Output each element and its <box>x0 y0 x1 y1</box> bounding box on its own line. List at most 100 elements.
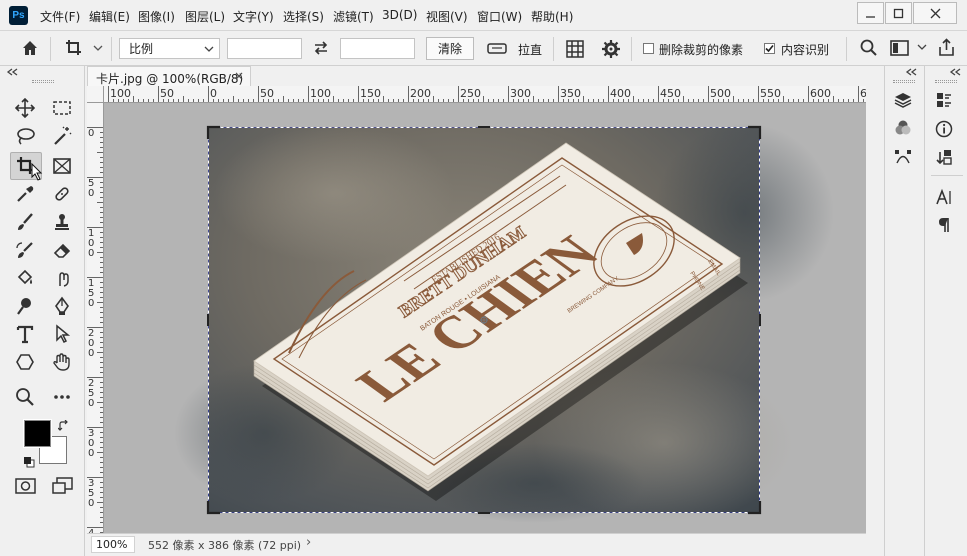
canvas-area[interactable]: ESTABLISHED 2016 BRETT DUNHAM BATON ROUG… <box>104 103 866 533</box>
dodge-icon <box>17 298 31 315</box>
menu-window[interactable]: 窗口(W) <box>477 8 522 25</box>
horizontal-ruler[interactable]: 100 50 0 50 100 150 200 250 300 350 400 450 500 550 60… <box>104 86 866 103</box>
ratio-select[interactable]: 比例 <box>119 38 220 59</box>
collapse-panel-icon[interactable] <box>949 68 963 76</box>
home-button[interactable] <box>20 38 40 61</box>
properties-panel-button[interactable] <box>932 89 956 111</box>
character-panel-button[interactable] <box>932 186 956 208</box>
ruler-origin[interactable] <box>87 86 104 103</box>
paragraph-panel-button[interactable] <box>932 214 956 236</box>
overlay-options-button[interactable] <box>565 39 585 62</box>
collapse-panel-icon[interactable] <box>905 68 919 76</box>
menu-filter[interactable]: 滤镜(T) <box>333 8 374 25</box>
path-selection-tool[interactable] <box>49 321 75 347</box>
foreground-color-swatch[interactable] <box>23 419 52 448</box>
straighten-button[interactable] <box>486 39 508 60</box>
healing-brush-tool[interactable] <box>49 181 75 207</box>
menu-select[interactable]: 选择(S) <box>283 8 324 25</box>
eraser-tool[interactable] <box>49 237 75 263</box>
eraser-icon <box>53 243 71 258</box>
eyedropper-tool[interactable] <box>12 181 38 207</box>
document-tab[interactable]: 卡片.jpg @ 100%(RGB/8) × <box>87 66 251 87</box>
ratio-select-value: 比例 <box>129 42 154 56</box>
paint-bucket-icon <box>17 269 33 285</box>
ruler-v-label: 2 5 0 <box>88 378 95 409</box>
move-tool[interactable] <box>12 95 38 121</box>
quick-mask-button[interactable] <box>14 476 38 499</box>
width-input[interactable] <box>227 38 302 59</box>
default-colors-icon[interactable] <box>23 456 35 468</box>
ruler-h-minor-tick <box>433 96 434 102</box>
menu-layer[interactable]: 图层(L) <box>185 8 225 25</box>
clear-button[interactable]: 清除 <box>426 37 474 60</box>
panel-grip[interactable] <box>935 80 957 83</box>
height-input[interactable] <box>340 38 415 59</box>
ruler-h-minor-tick <box>483 96 484 102</box>
close-button[interactable] <box>913 2 957 24</box>
search-button[interactable] <box>859 38 879 61</box>
collapse-panel-icon[interactable] <box>6 68 20 76</box>
dodge-tool[interactable] <box>12 293 38 319</box>
menu-type[interactable]: 文字(Y) <box>233 8 274 25</box>
share-button[interactable] <box>937 38 957 61</box>
paths-panel-button[interactable] <box>891 146 915 168</box>
swap-dimensions-button[interactable] <box>312 39 330 60</box>
menu-file[interactable]: 文件(F) <box>40 8 80 25</box>
ruler-v-label: 1 5 0 <box>88 278 95 309</box>
more-tools-button[interactable] <box>49 384 75 410</box>
menu-3d[interactable]: 3D(D) <box>382 8 417 22</box>
ruler-v-label: 2 0 0 <box>88 328 95 359</box>
workspace-button[interactable] <box>889 38 933 61</box>
crop-settings-button[interactable] <box>601 39 621 62</box>
swap-icon <box>314 41 328 55</box>
menu-edit[interactable]: 编辑(E) <box>89 8 130 25</box>
hexagon-icon <box>16 354 34 370</box>
ruler-v-label: 5 0 <box>88 178 95 199</box>
vertical-ruler[interactable]: 05 01 0 01 5 02 0 02 5 03 0 03 5 04 <box>87 103 104 533</box>
channels-panel-button[interactable] <box>891 117 915 139</box>
zoom-tool[interactable] <box>12 384 38 410</box>
document-image[interactable]: ESTABLISHED 2016 BRETT DUNHAM BATON ROUG… <box>104 103 866 533</box>
workspace-icon <box>890 40 927 56</box>
maximize-button[interactable] <box>885 2 912 24</box>
ruler-h-minor-tick <box>233 96 234 102</box>
menu-image[interactable]: 图像(I) <box>138 8 175 25</box>
bandage-icon <box>55 187 69 201</box>
document-tab-close[interactable]: × <box>234 69 244 83</box>
crop-tool-preset[interactable] <box>64 38 104 61</box>
history-panel-button[interactable] <box>932 146 956 168</box>
minimize-button[interactable] <box>857 2 884 24</box>
status-info-menu-arrow[interactable]: › <box>306 535 311 550</box>
frame-tool[interactable] <box>49 153 75 179</box>
panel-grip[interactable] <box>893 80 915 83</box>
history-brush-tool[interactable] <box>12 237 38 263</box>
swap-colors-icon[interactable] <box>58 420 70 432</box>
ruler-h-major-tick <box>458 86 459 102</box>
grid-icon <box>566 40 584 58</box>
paths-icon <box>895 150 911 164</box>
ruler-v-label: 3 5 0 <box>88 478 95 509</box>
rectangle-marquee-icon <box>53 101 71 115</box>
info-panel-button[interactable] <box>932 118 956 140</box>
lasso-tool[interactable] <box>12 123 38 149</box>
pen-tool[interactable] <box>49 293 75 319</box>
hand-tool[interactable] <box>49 349 75 375</box>
delete-cropped-label: 删除裁剪的像素 <box>659 43 744 57</box>
layers-panel-button[interactable] <box>891 89 915 111</box>
delete-cropped-checkbox[interactable] <box>643 43 654 54</box>
magic-wand-tool[interactable] <box>49 123 75 149</box>
panel-grip[interactable] <box>32 80 54 83</box>
smudge-tool[interactable] <box>49 265 75 291</box>
menu-view[interactable]: 视图(V) <box>426 8 468 25</box>
brush-tool[interactable] <box>12 209 38 235</box>
marquee-tool[interactable] <box>49 95 75 121</box>
menu-help[interactable]: 帮助(H) <box>531 8 573 25</box>
paint-bucket-tool[interactable] <box>12 265 38 291</box>
zoom-level-field[interactable]: 100% <box>91 536 135 553</box>
type-tool[interactable] <box>12 321 38 347</box>
ruler-v-minor-tick <box>97 152 103 153</box>
content-aware-checkbox[interactable] <box>764 43 775 54</box>
screen-mode-button[interactable] <box>51 476 75 499</box>
shape-tool[interactable] <box>12 349 38 375</box>
clone-stamp-tool[interactable] <box>49 209 75 235</box>
